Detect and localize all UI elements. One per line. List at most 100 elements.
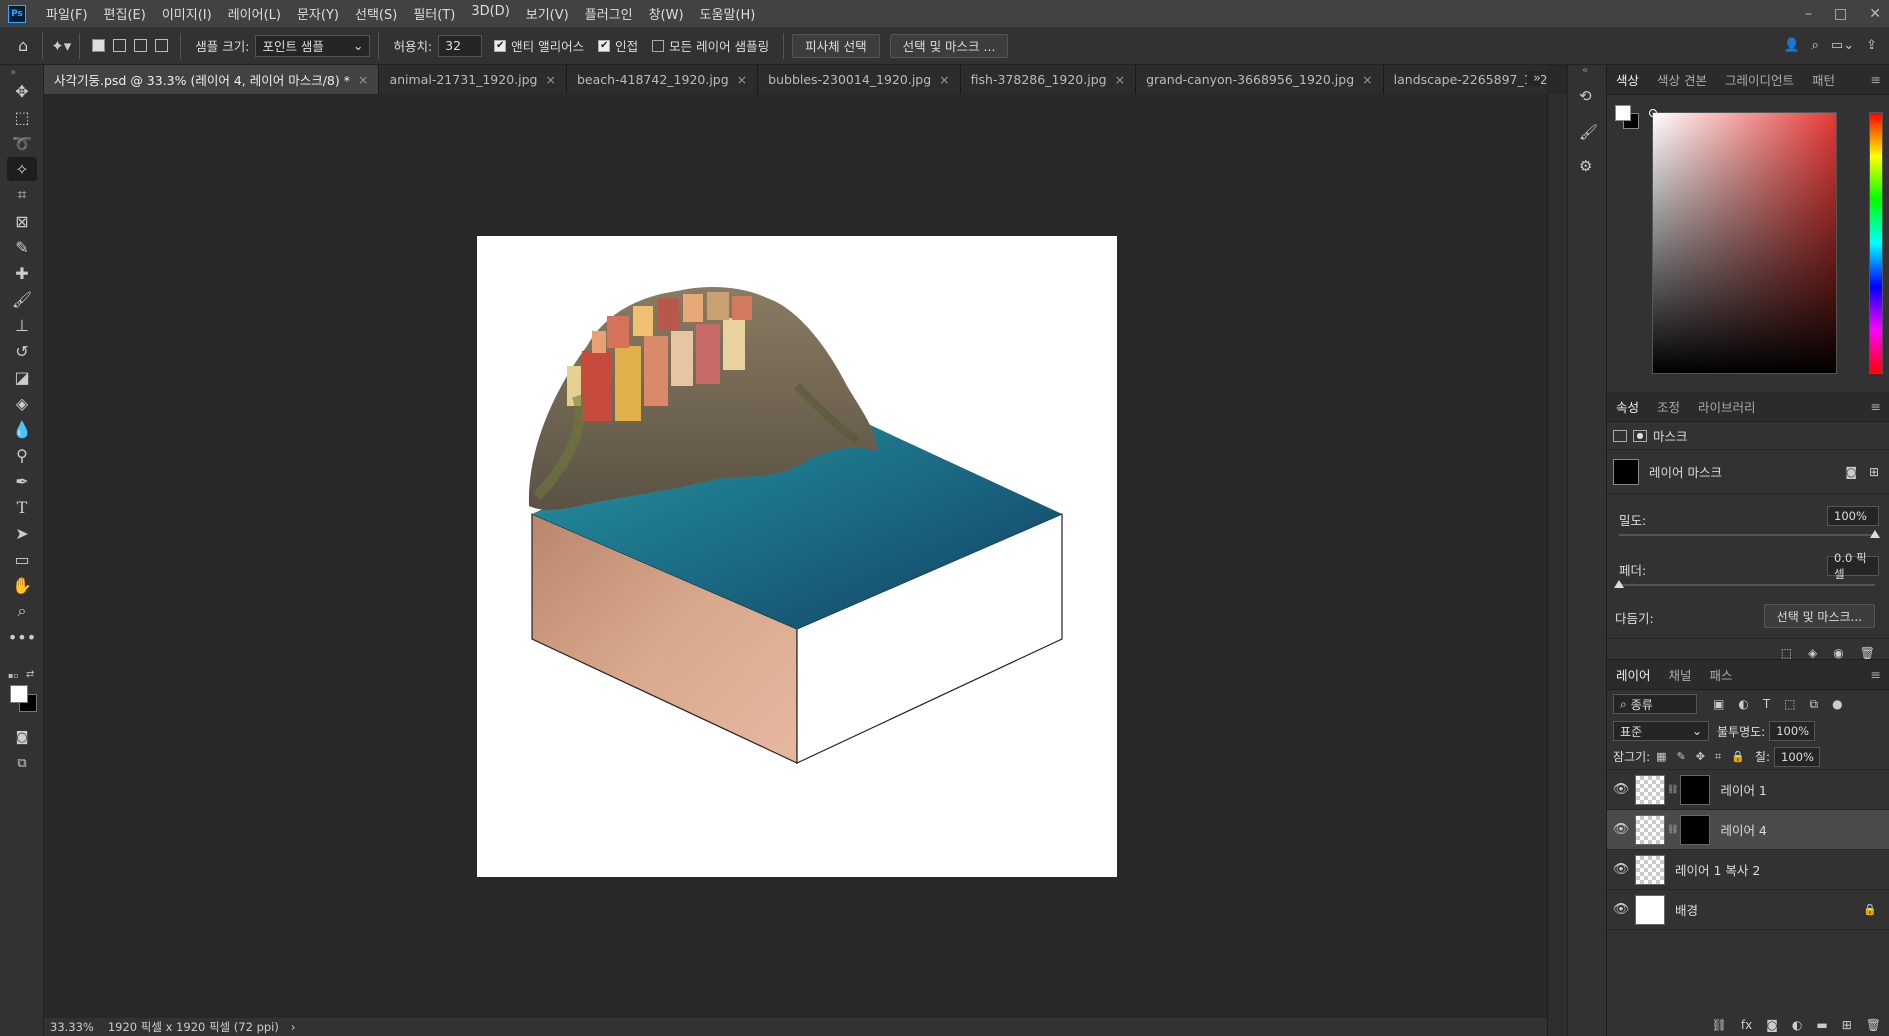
fill-input[interactable]: 100% — [1774, 746, 1821, 767]
document-tab[interactable]: 사각기둥.psd @ 33.3% (레이어 4, 레이어 마스크/8) * × — [44, 65, 380, 94]
pixel-mask-icon[interactable] — [1613, 429, 1627, 442]
status-arrow-icon[interactable]: › — [291, 1020, 296, 1034]
layer-thumbnail[interactable] — [1635, 894, 1665, 925]
new-group-icon[interactable]: ▬ — [1816, 1018, 1827, 1032]
tab-libraries[interactable]: 라이브러리 — [1689, 397, 1765, 416]
foreground-color-swatch[interactable] — [10, 685, 28, 703]
panel-menu-icon[interactable]: ≡ — [1871, 667, 1881, 682]
apply-mask-icon[interactable]: ◈ — [1808, 646, 1817, 660]
layer-filter-select[interactable]: ⌕ 종류 — [1613, 694, 1697, 714]
default-colors-icon[interactable]: ▪▫ — [8, 671, 19, 680]
document-tab[interactable]: grand-canyon-3668956_1920.jpg × — [1136, 65, 1384, 94]
collapse-icon[interactable]: » — [10, 67, 16, 78]
tab-properties[interactable]: 속성 — [1607, 397, 1648, 416]
panel-menu-icon[interactable]: ≡ — [1871, 399, 1881, 414]
density-slider-thumb[interactable] — [1870, 530, 1880, 538]
frame-tool-icon[interactable]: ⊠ — [7, 209, 37, 233]
healing-brush-tool-icon[interactable]: ✚ — [7, 261, 37, 285]
tab-paths[interactable]: 패스 — [1701, 665, 1742, 684]
more-tools-icon[interactable]: ••• — [7, 625, 37, 649]
color-picker-handle[interactable] — [1649, 109, 1657, 117]
close-tab-icon[interactable]: × — [546, 72, 556, 87]
tab-color[interactable]: 색상 — [1607, 70, 1648, 89]
feather-track[interactable] — [1619, 584, 1875, 586]
menu-item[interactable]: 도움말(H) — [692, 4, 764, 23]
feather-slider-thumb[interactable] — [1614, 580, 1624, 588]
screen-mode-icon[interactable]: ⧉ — [7, 751, 37, 775]
new-adjustment-icon[interactable]: ◐ — [1792, 1018, 1802, 1032]
restore-button[interactable]: □ — [1834, 6, 1847, 22]
zoom-level[interactable]: 33.33% — [50, 1020, 94, 1034]
brush-tool-icon[interactable]: 🖌 — [7, 287, 37, 311]
color-fg-swatch[interactable] — [1615, 105, 1631, 121]
layer-thumbnail[interactable] — [1635, 774, 1665, 805]
close-tab-icon[interactable]: × — [939, 72, 949, 87]
add-mask-icon[interactable]: ◙ — [1845, 465, 1857, 479]
menu-item[interactable]: 선택(S) — [347, 4, 405, 23]
menu-item[interactable]: 3D(D) — [463, 4, 517, 23]
link-layers-icon[interactable]: ⛓ — [1712, 1018, 1727, 1032]
layer-mask-thumbnail[interactable] — [1680, 814, 1711, 845]
add-selection-icon[interactable] — [113, 39, 127, 52]
close-tab-icon[interactable]: × — [1115, 72, 1125, 87]
add-mask-icon[interactable]: ◙ — [1766, 1018, 1778, 1032]
layer-mask-thumbnail[interactable] — [1680, 774, 1711, 805]
eyedropper-tool-icon[interactable]: ✎ — [7, 235, 37, 259]
vector-mask-icon[interactable]: ● — [1633, 429, 1647, 442]
menu-item[interactable]: 필터(T) — [405, 4, 463, 23]
filter-pixel-icon[interactable]: ▣ — [1713, 697, 1724, 711]
document-tab[interactable]: beach-418742_1920.jpg × — [566, 65, 759, 94]
close-tab-icon[interactable]: × — [737, 72, 747, 87]
close-tab-icon[interactable]: × — [1362, 72, 1372, 87]
swap-colors-icon[interactable]: ⇄ — [26, 669, 34, 680]
filter-shape-icon[interactable]: ⬚ — [1784, 697, 1795, 711]
visibility-eye-icon[interactable]: 👁 — [1607, 822, 1635, 837]
menu-item[interactable]: 편집(E) — [96, 4, 154, 23]
intersect-selection-icon[interactable] — [155, 39, 169, 52]
antialias-toggle[interactable]: ✔ 앤티 앨리어스 — [494, 36, 584, 55]
canvas-scrollbar[interactable] — [1547, 94, 1567, 1036]
tab-gradients[interactable]: 그레이디언트 — [1716, 70, 1803, 89]
magic-wand-tool-icon[interactable]: ✧ — [7, 157, 37, 181]
lasso-tool-icon[interactable]: ➰ — [7, 131, 37, 155]
rectangle-tool-icon[interactable]: ▭ — [7, 547, 37, 571]
lock-position-icon[interactable]: ✥ — [1696, 750, 1705, 763]
visibility-eye-icon[interactable]: 👁 — [1607, 782, 1635, 797]
color-field[interactable] — [1649, 109, 1837, 374]
move-tool-icon[interactable]: ✥ — [7, 79, 37, 103]
opacity-input[interactable]: 100% — [1769, 721, 1816, 741]
home-icon[interactable]: ⌂ — [18, 36, 28, 55]
mask-link-icon[interactable]: ⛓ — [1667, 785, 1678, 795]
menu-item[interactable]: 플러그인 — [577, 4, 641, 23]
search-icon[interactable]: ⌕ — [1812, 38, 1819, 53]
subtract-selection-icon[interactable] — [134, 39, 148, 52]
blend-mode-select[interactable]: 표준 ⌄ — [1613, 721, 1709, 741]
add-vector-mask-icon[interactable]: ⊞ — [1869, 465, 1879, 479]
delete-mask-icon[interactable]: 🗑 — [1860, 646, 1875, 660]
menu-item[interactable]: 문자(Y) — [289, 4, 347, 23]
lock-artboard-icon[interactable]: ⌗ — [1715, 750, 1721, 764]
pen-tool-icon[interactable]: ✒ — [7, 469, 37, 493]
layer-row[interactable]: 👁 ⛓ 레이어 1 — [1607, 770, 1889, 810]
path-selection-tool-icon[interactable]: ➤ — [7, 521, 37, 545]
visibility-eye-icon[interactable]: 👁 — [1607, 902, 1635, 917]
disable-mask-icon[interactable]: ◉ — [1833, 646, 1843, 660]
dodge-tool-icon[interactable]: ⚲ — [7, 443, 37, 467]
menu-item[interactable]: 파일(F) — [38, 4, 96, 23]
paint-bucket-tool-icon[interactable]: ◈ — [7, 391, 37, 415]
type-tool-icon[interactable]: T — [7, 495, 37, 519]
layer-row[interactable]: 👁 레이어 1 복사 2 — [1607, 850, 1889, 890]
zoom-tool-icon[interactable]: ⌕ — [7, 599, 37, 623]
panel-menu-icon[interactable]: ≡ — [1871, 72, 1881, 87]
new-selection-icon[interactable] — [92, 39, 106, 52]
delete-layer-icon[interactable]: 🗑 — [1866, 1018, 1881, 1032]
tab-overflow-icon[interactable]: » — [1527, 71, 1541, 86]
load-selection-icon[interactable]: ⬚ — [1781, 646, 1792, 660]
filter-smart-icon[interactable]: ⧉ — [1810, 697, 1819, 712]
layer-mask-thumbnail[interactable] — [1613, 458, 1639, 485]
collapse-icon[interactable]: « — [1582, 65, 1588, 76]
new-layer-icon[interactable]: ⊞ — [1842, 1018, 1852, 1032]
share-icon[interactable]: ⇪ — [1866, 38, 1877, 53]
density-input[interactable]: 100% — [1827, 506, 1879, 526]
layer-row[interactable]: 👁 ⛓ 레이어 4 — [1607, 810, 1889, 850]
